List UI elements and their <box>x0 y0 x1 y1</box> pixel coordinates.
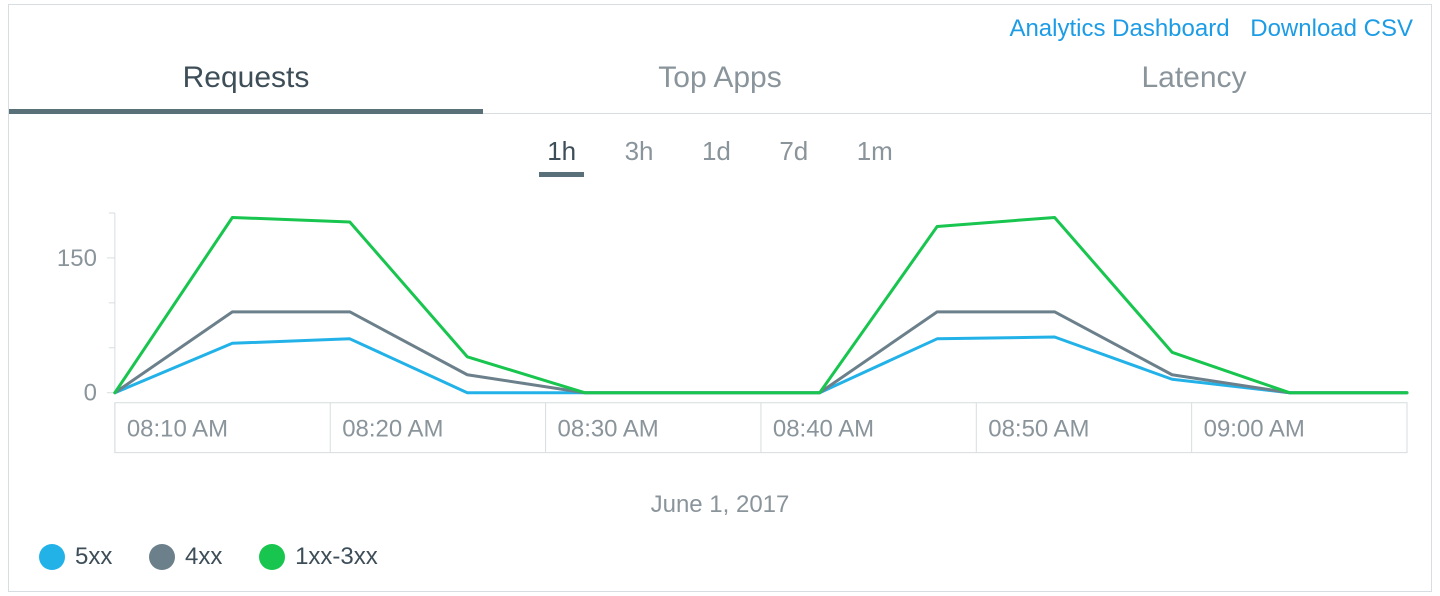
analytics-dashboard-link[interactable]: Analytics Dashboard <box>1009 15 1229 42</box>
legend-label-1xx-3xx: 1xx-3xx <box>295 543 378 571</box>
range-1h[interactable]: 1h <box>529 136 594 175</box>
top-links: Analytics Dashboard Download CSV <box>9 5 1431 47</box>
svg-text:08:40 AM: 08:40 AM <box>773 416 874 443</box>
range-1m[interactable]: 1m <box>839 136 911 175</box>
svg-text:09:00 AM: 09:00 AM <box>1204 416 1305 443</box>
legend-5xx: 5xx <box>39 543 112 571</box>
requests-chart: 0 150 08:10 AM 08:20 AM 08:30 AM 08:40 AM 08:5… <box>25 203 1415 483</box>
swatch-4xx <box>149 544 175 570</box>
main-tabs: Requests Top Apps Latency <box>9 47 1431 114</box>
swatch-1xx <box>259 544 285 570</box>
legend-label-5xx: 5xx <box>75 543 112 571</box>
tab-requests[interactable]: Requests <box>9 47 483 113</box>
chart-area: 0 150 08:10 AM 08:20 AM 08:30 AM 08:40 AM 08:5… <box>25 203 1415 529</box>
download-csv-link[interactable]: Download CSV <box>1250 15 1413 42</box>
analytics-panel: Analytics Dashboard Download CSV Request… <box>8 4 1432 592</box>
tab-top-apps[interactable]: Top Apps <box>483 47 957 113</box>
x-axis-date-label: June 1, 2017 <box>25 483 1415 529</box>
svg-text:08:20 AM: 08:20 AM <box>342 416 443 443</box>
swatch-5xx <box>39 544 65 570</box>
svg-text:150: 150 <box>57 245 97 272</box>
range-7d[interactable]: 7d <box>761 136 826 175</box>
tab-latency[interactable]: Latency <box>957 47 1431 113</box>
svg-text:08:50 AM: 08:50 AM <box>988 416 1089 443</box>
chart-legend: 5xx 4xx 1xx-3xx <box>9 529 1431 591</box>
svg-text:0: 0 <box>84 380 97 407</box>
svg-text:08:10 AM: 08:10 AM <box>127 416 228 443</box>
svg-text:08:30 AM: 08:30 AM <box>558 416 659 443</box>
legend-label-4xx: 4xx <box>185 543 222 571</box>
time-range-tabs: 1h 3h 1d 7d 1m <box>9 114 1431 185</box>
range-1d[interactable]: 1d <box>684 136 749 175</box>
range-3h[interactable]: 3h <box>607 136 672 175</box>
legend-1xx-3xx: 1xx-3xx <box>259 543 378 571</box>
legend-4xx: 4xx <box>149 543 222 571</box>
